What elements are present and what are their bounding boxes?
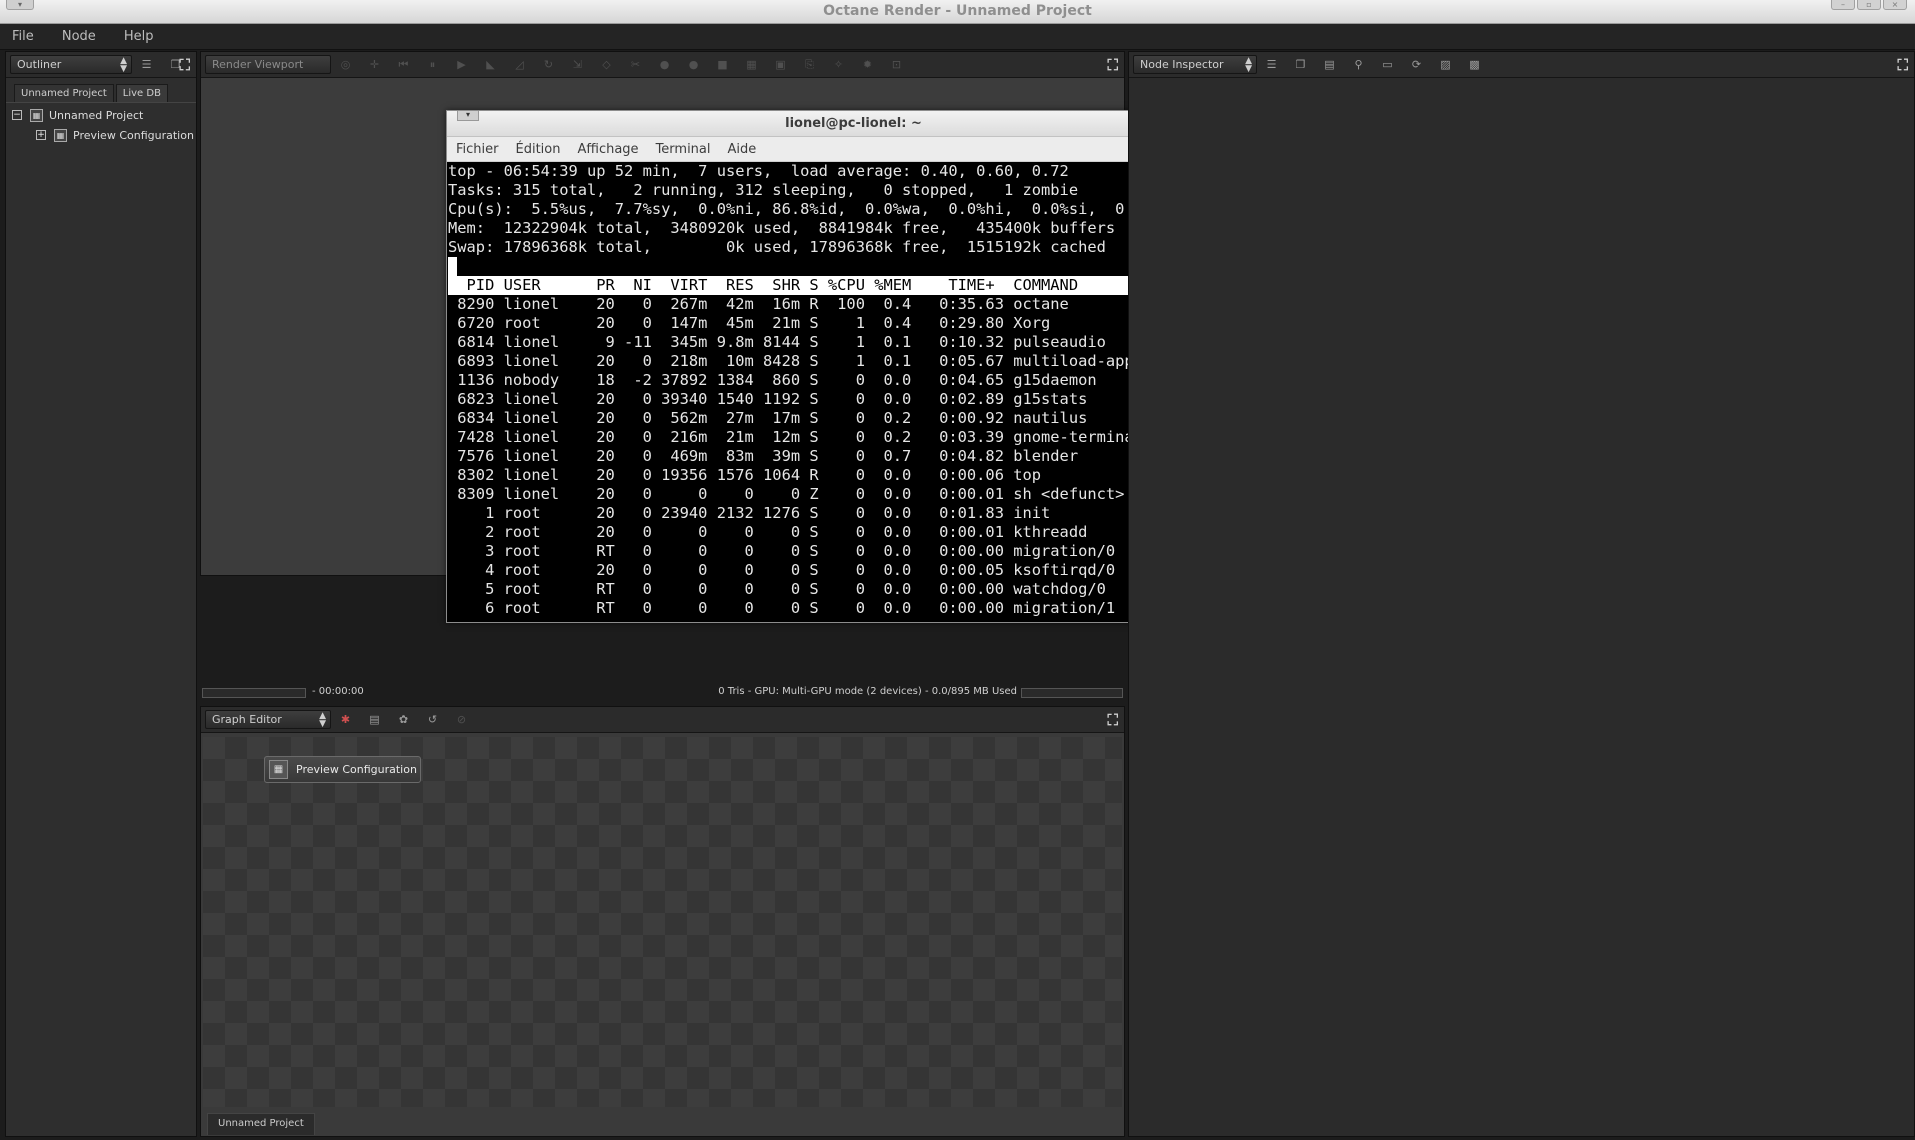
- graph-editor-toolbar: Graph Editor ▲ ▼ ✱ ▤ ✿ ↺ ⊘ ⛶: [201, 707, 1124, 733]
- terminal-menu-affichage[interactable]: Affichage: [577, 142, 638, 157]
- tree-item-preview-configuration[interactable]: + ▦ Preview Configuration: [12, 125, 196, 145]
- terminal-menu-edition[interactable]: Édition: [516, 142, 561, 157]
- lock-viewport-icon[interactable]: ●: [685, 56, 702, 73]
- clip-icon[interactable]: ✂: [627, 56, 644, 73]
- grid-icon[interactable]: ▦: [743, 56, 760, 73]
- viewport-toolbar: Render Viewport ◎ ✛ ⏮ ⏸ ▶ ◣ ◿ ↻ ⇲ ◇ ✂ ● …: [201, 52, 1124, 78]
- tree-item-unnamed-project[interactable]: − ▦ Unnamed Project: [12, 105, 196, 125]
- terminal-cursor: .: [448, 257, 458, 276]
- terminal-menu-terminal[interactable]: Terminal: [656, 142, 711, 157]
- selector-arrows-icon: ▲ ▼: [120, 56, 127, 74]
- tab-unnamed-project[interactable]: Unnamed Project: [14, 84, 114, 102]
- selector-arrows-icon: ▲ ▼: [1245, 56, 1252, 74]
- tree-item-label: Unnamed Project: [49, 108, 144, 122]
- tab-live-db[interactable]: Live DB: [115, 84, 168, 102]
- outliner-tabs: Unnamed Project Live DB: [6, 78, 196, 103]
- terminal-screen[interactable]: top - 06:54:39 up 52 min, 7 users, load …: [447, 162, 1247, 622]
- window-title: Octane Render - Unnamed Project: [823, 3, 1092, 19]
- render-status-info: 0 Tris - GPU: Multi-GPU mode (2 devices)…: [718, 686, 1017, 697]
- maximize-panel-icon[interactable]: ⛶: [1107, 56, 1118, 74]
- recenter-icon[interactable]: ✛: [366, 56, 383, 73]
- minimize-button[interactable]: –: [1831, 0, 1855, 10]
- maximize-panel-icon[interactable]: ⛶: [1897, 56, 1908, 74]
- save-graph-icon[interactable]: ▤: [366, 711, 383, 728]
- save-image-icon[interactable]: ▣: [772, 56, 789, 73]
- menu-help[interactable]: Help: [112, 24, 165, 50]
- material-icon[interactable]: ▭: [1379, 56, 1396, 73]
- start-render-icon[interactable]: ▶: [453, 56, 470, 73]
- node-graph-icon: ▦: [54, 128, 67, 142]
- light-icon[interactable]: ✧: [830, 56, 847, 73]
- node-link-icon[interactable]: ⚲: [1350, 56, 1367, 73]
- outliner-toolbar: Outliner ▲ ▼ ☰ ❐ ⛶: [6, 52, 196, 78]
- camera-reset-icon[interactable]: ◎: [337, 56, 354, 73]
- close-window-button[interactable]: ×: [1883, 0, 1907, 10]
- node-colors-icon[interactable]: ✿: [395, 711, 412, 728]
- expand-all-icon[interactable]: ❐: [1292, 56, 1309, 73]
- viewport-status-bar: - 00:00:00 0 Tris - GPU: Multi-GPU mode …: [200, 686, 1125, 700]
- reload-icon[interactable]: ⟳: [1408, 56, 1425, 73]
- node-inspector-panel-selector[interactable]: Node Inspector ▲ ▼: [1133, 55, 1257, 74]
- render-time: - 00:00:00: [312, 686, 364, 697]
- film-region-icon[interactable]: ■: [714, 56, 731, 73]
- node-inspector-panel: Node Inspector ▲ ▼ ☰ ❐ ▤ ⚲ ▭ ⟳ ▨ ▩ ⛶: [1128, 51, 1915, 1137]
- terminal-menu-aide[interactable]: Aide: [728, 142, 757, 157]
- copy-icon[interactable]: ⎘: [801, 56, 818, 73]
- pan-icon[interactable]: ⇲: [569, 56, 586, 73]
- graph-editor-panel-selector[interactable]: Graph Editor ▲ ▼: [205, 710, 331, 729]
- node-inspector-selector-label: Node Inspector: [1140, 58, 1224, 71]
- image-icon[interactable]: ▨: [1437, 56, 1454, 73]
- autofocus-icon[interactable]: ◇: [598, 56, 615, 73]
- menu-node[interactable]: Node: [50, 24, 107, 50]
- viewport-panel-selector[interactable]: Render Viewport: [205, 55, 331, 74]
- render-progress-bar: [202, 688, 306, 698]
- viewport-selector-label: Render Viewport: [212, 58, 304, 71]
- maximize-panel-icon[interactable]: ⛶: [1107, 711, 1118, 729]
- unlink-icon[interactable]: ⊘: [453, 711, 470, 728]
- node-graph-icon: ▦: [269, 760, 288, 779]
- save-icon[interactable]: ▤: [1321, 56, 1338, 73]
- collapse-all-icon[interactable]: ☰: [138, 56, 155, 73]
- maximize-button[interactable]: ▫: [1857, 0, 1881, 10]
- menu-file[interactable]: File: [0, 24, 45, 50]
- tree-item-label: Preview Configuration: [73, 128, 194, 142]
- refresh-icon[interactable]: ↺: [424, 711, 441, 728]
- pick-white-point-icon[interactable]: ◿: [511, 56, 528, 73]
- menu-bar: File Node Help: [0, 24, 1915, 50]
- collapse-all-icon[interactable]: ☰: [1263, 56, 1280, 73]
- graph-node-preview-configuration[interactable]: ▦ Preview Configuration: [264, 756, 421, 783]
- selector-arrows-icon: ▲ ▼: [319, 711, 326, 729]
- sun-icon[interactable]: ✹: [859, 56, 876, 73]
- outliner-panel-selector[interactable]: Outliner ▲ ▼: [10, 55, 132, 74]
- delete-node-icon[interactable]: ✱: [337, 711, 354, 728]
- maximize-panel-icon[interactable]: ⛶: [179, 56, 190, 74]
- node-inspector-toolbar: Node Inspector ▲ ▼ ☰ ❐ ▤ ⚲ ▭ ⟳ ▨ ▩ ⛶: [1129, 52, 1914, 78]
- expand-toggle-icon[interactable]: +: [36, 130, 46, 140]
- graph-editor-selector-label: Graph Editor: [212, 713, 282, 726]
- terminal-menu-fichier[interactable]: Fichier: [456, 142, 499, 157]
- graph-canvas[interactable]: [203, 737, 1122, 1107]
- pause-render-icon[interactable]: ⏸: [424, 56, 441, 73]
- node-graph-icon: ▦: [30, 108, 43, 122]
- graph-tab-unnamed-project[interactable]: Unnamed Project: [207, 1113, 315, 1135]
- texture-icon[interactable]: ▩: [1466, 56, 1483, 73]
- window-titlebar: ▾ Octane Render - Unnamed Project – ▫ ×: [0, 0, 1915, 24]
- collapse-toggle-icon[interactable]: −: [12, 110, 22, 120]
- settings-icon[interactable]: ⊡: [888, 56, 905, 73]
- restart-render-icon[interactable]: ⏮: [395, 56, 412, 73]
- rotate-icon[interactable]: ↻: [540, 56, 557, 73]
- outliner-selector-label: Outliner: [17, 58, 62, 71]
- pick-focus-icon[interactable]: ◣: [482, 56, 499, 73]
- region-render-icon[interactable]: ●: [656, 56, 673, 73]
- graph-node-label: Preview Configuration: [296, 763, 417, 776]
- outliner-panel: Outliner ▲ ▼ ☰ ❐ ⛶ Unnamed Project Live D…: [5, 51, 197, 1137]
- gpu-memory-bar: [1021, 688, 1123, 698]
